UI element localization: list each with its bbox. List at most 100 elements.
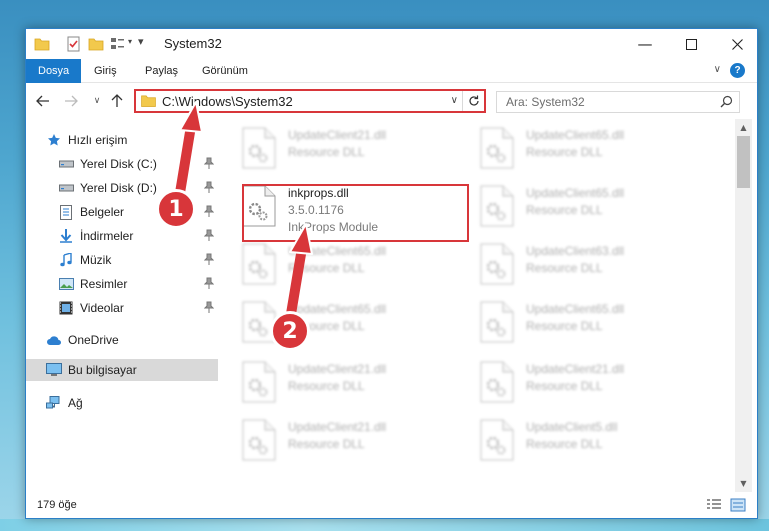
file-highlight-box — [242, 184, 469, 242]
tiles-view-icon[interactable] — [730, 498, 746, 512]
nav-item-label: Yerel Disk (C:) — [80, 157, 157, 171]
nav-item-label: Resimler — [80, 277, 128, 291]
refresh-button[interactable] — [462, 91, 484, 111]
scrollbar-thumb[interactable] — [737, 136, 750, 188]
file-item[interactable]: UpdateClient5.dll Resource DLL — [452, 417, 682, 475]
close-button[interactable] — [714, 29, 757, 59]
maximize-button[interactable] — [668, 29, 714, 59]
pin-icon[interactable] — [204, 253, 214, 265]
nav-item-this-pc[interactable]: Bu bilgisayar — [26, 359, 218, 381]
search-input[interactable]: Ara: System32 — [496, 91, 740, 113]
title-bar: ▾ ▾ System32 — — [26, 29, 757, 59]
file-name: UpdateClient21.dll — [288, 362, 387, 376]
nav-item-label: Ağ — [68, 396, 83, 410]
drive-icon — [58, 180, 74, 196]
pin-icon[interactable] — [204, 277, 214, 289]
file-name: UpdateClient21.dll — [288, 420, 387, 434]
file-name: UpdateClient65.dll — [526, 186, 625, 200]
network-icon — [46, 395, 62, 411]
dll-file-icon — [480, 185, 514, 227]
tab-home[interactable]: Giriş — [82, 59, 129, 83]
dll-file-icon — [480, 419, 514, 461]
music-icon — [58, 252, 74, 268]
properties-icon[interactable] — [66, 36, 82, 52]
navigation-pane: Hızlı erişim Yerel Disk (C:) Yerel Disk … — [26, 119, 218, 492]
tab-view[interactable]: Görünüm — [190, 59, 260, 83]
nav-item-music[interactable]: Müzik — [26, 249, 218, 271]
file-name: UpdateClient21.dll — [526, 362, 625, 376]
refresh-icon — [468, 95, 479, 106]
scroll-up-icon[interactable]: ▲ — [735, 119, 752, 136]
window-title: System32 — [164, 36, 222, 51]
nav-item-network[interactable]: Ağ — [26, 392, 218, 414]
downloads-icon — [58, 228, 74, 244]
nav-item-label: Müzik — [80, 253, 112, 267]
tab-file[interactable]: Dosya — [26, 59, 82, 83]
file-name: UpdateClient65.dll — [288, 302, 387, 316]
recent-locations-button[interactable]: ∨ — [88, 92, 106, 110]
folder-icon — [141, 95, 156, 107]
back-button[interactable] — [34, 92, 52, 110]
file-item[interactable]: UpdateClient21.dll Resource DLL — [452, 359, 682, 417]
dll-file-icon — [480, 301, 514, 343]
file-item[interactable]: UpdateClient21.dll Resource DLL — [218, 359, 444, 417]
nav-item-videos[interactable]: Videolar — [26, 297, 218, 319]
minimize-button[interactable]: — — [622, 29, 668, 59]
dll-file-icon — [480, 243, 514, 285]
file-description: Resource DLL — [288, 437, 365, 451]
step-badge-1: 1 — [156, 189, 196, 229]
scroll-down-icon[interactable]: ▼ — [735, 475, 752, 492]
nav-item-label: Videolar — [80, 301, 124, 315]
pin-icon[interactable] — [204, 229, 214, 241]
nav-item-local-disk-c[interactable]: Yerel Disk (C:) — [26, 153, 218, 175]
file-description: Resource DLL — [526, 203, 603, 217]
dll-file-icon — [242, 127, 276, 169]
pin-icon[interactable] — [204, 181, 214, 193]
nav-item-downloads[interactable]: İndirmeler — [26, 225, 218, 247]
file-item[interactable]: UpdateClient21.dll Resource DLL — [218, 125, 444, 183]
nav-item-label: Hızlı erişim — [68, 133, 128, 147]
address-bar[interactable]: C:\Windows\System32 ∨ — [134, 89, 486, 113]
arrow-up-icon — [111, 94, 123, 107]
file-item[interactable]: UpdateClient21.dll Resource DLL — [218, 417, 444, 475]
dll-file-icon — [480, 127, 514, 169]
details-view-icon[interactable] — [706, 498, 722, 512]
search-icon — [720, 95, 733, 108]
arrow-left-icon — [36, 95, 49, 107]
arrow-right-icon — [65, 95, 78, 107]
file-name: UpdateClient65.dll — [526, 128, 625, 142]
new-folder-icon[interactable] — [88, 36, 104, 52]
file-item[interactable]: UpdateClient65.dll Resource DLL — [452, 299, 682, 357]
dll-file-icon — [242, 419, 276, 461]
help-button[interactable]: ? — [730, 63, 745, 78]
pin-icon[interactable] — [204, 157, 214, 169]
step-badge-2: 2 — [270, 311, 310, 351]
nav-item-onedrive[interactable]: OneDrive — [26, 329, 218, 351]
customize-toolbar-icon[interactable]: ▾ — [138, 35, 152, 51]
file-description: Resource DLL — [288, 379, 365, 393]
nav-item-pictures[interactable]: Resimler — [26, 273, 218, 295]
file-item[interactable]: UpdateClient65.dll Resource DLL — [452, 125, 682, 183]
up-button[interactable] — [108, 92, 126, 110]
folder-icon — [34, 38, 50, 51]
file-description: Resource DLL — [526, 261, 603, 275]
maximize-icon — [685, 38, 697, 50]
address-history-icon[interactable]: ∨ — [451, 95, 458, 106]
pin-icon[interactable] — [204, 301, 214, 313]
file-item[interactable]: UpdateClient65.dll Resource DLL — [218, 241, 444, 299]
file-item[interactable]: UpdateClient65.dll Resource DLL — [218, 299, 444, 357]
forward-button[interactable] — [62, 92, 80, 110]
file-description: Resource DLL — [288, 145, 365, 159]
file-item[interactable]: UpdateClient63.dll Resource DLL — [452, 241, 682, 299]
nav-item-quick-access[interactable]: Hızlı erişim — [26, 129, 218, 151]
tab-share[interactable]: Paylaş — [133, 59, 190, 83]
computer-icon — [46, 362, 62, 378]
nav-item-label: Bu bilgisayar — [68, 363, 137, 377]
file-item[interactable]: UpdateClient65.dll Resource DLL — [452, 183, 682, 241]
vertical-scrollbar[interactable]: ▲ ▼ — [735, 119, 752, 492]
file-description: Resource DLL — [526, 145, 603, 159]
nav-item-label: Belgeler — [80, 205, 125, 219]
expand-ribbon-icon[interactable]: ∨ — [714, 64, 721, 75]
pin-icon[interactable] — [204, 205, 214, 217]
view-options-icon[interactable] — [110, 36, 126, 52]
